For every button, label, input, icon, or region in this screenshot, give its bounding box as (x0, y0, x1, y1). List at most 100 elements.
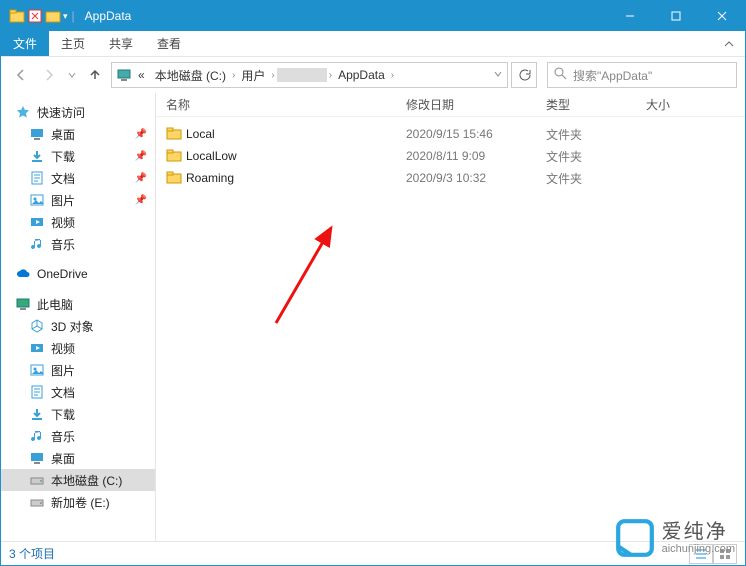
sidebar-item[interactable]: 文档 (1, 381, 155, 403)
qat-properties-icon[interactable] (27, 8, 43, 24)
sidebar-item[interactable]: 视频 (1, 211, 155, 233)
window-title: AppData (85, 9, 132, 23)
column-headers: 名称 修改日期 类型 大小 (156, 93, 745, 117)
doc-icon (29, 384, 45, 400)
pic-icon (29, 362, 45, 378)
row-type: 文件夹 (546, 148, 646, 165)
maximize-button[interactable] (653, 1, 699, 31)
pin-icon: 📌 (135, 195, 147, 206)
sidebar-item-label: 音乐 (51, 236, 75, 253)
breadcrumb[interactable]: 用户 (237, 67, 269, 84)
breadcrumb[interactable]: AppData (334, 68, 389, 82)
desktop-icon (29, 450, 45, 466)
col-type[interactable]: 类型 (546, 96, 646, 113)
folder-icon (166, 147, 186, 166)
music-icon (29, 236, 45, 252)
sidebar-item-label: 音乐 (51, 428, 75, 445)
sidebar-item-label: 3D 对象 (51, 318, 94, 335)
table-row[interactable]: LocalLow2020/8/11 9:09文件夹 (156, 145, 745, 167)
up-button[interactable] (83, 63, 107, 87)
breadcrumb-separator-icon[interactable]: › (391, 70, 394, 81)
drive-icon (29, 472, 45, 488)
sidebar-item[interactable]: 图片 📌 (1, 189, 155, 211)
status-text: 3 个项目 (9, 545, 55, 562)
sidebar-item[interactable]: 新加卷 (E:) (1, 491, 155, 513)
breadcrumb-separator-icon[interactable]: › (271, 70, 274, 81)
search-placeholder: 搜索"AppData" (573, 67, 652, 84)
refresh-button[interactable] (511, 62, 537, 88)
sidebar-item-label: 下载 (51, 148, 75, 165)
sidebar-item-label: 本地磁盘 (C:) (51, 472, 122, 489)
sidebar-item-label: 新加卷 (E:) (51, 494, 110, 511)
sidebar-item[interactable]: 视频 (1, 337, 155, 359)
search-input[interactable]: 搜索"AppData" (547, 62, 737, 88)
qat-new-folder-icon[interactable] (45, 8, 61, 24)
sidebar-item[interactable]: 音乐 (1, 425, 155, 447)
pic-icon (29, 192, 45, 208)
tab-home[interactable]: 主页 (49, 31, 97, 56)
breadcrumb-overflow[interactable]: « (134, 68, 149, 82)
titlebar: ▾ | AppData (1, 1, 745, 31)
row-name: Local (186, 127, 406, 141)
col-date[interactable]: 修改日期 (406, 96, 546, 113)
pin-icon: 📌 (135, 173, 147, 184)
row-date: 2020/9/3 10:32 (406, 171, 546, 185)
sidebar-item-label: 图片 (51, 362, 75, 379)
cloud-icon (15, 266, 31, 282)
sidebar-item[interactable]: 3D 对象 (1, 315, 155, 337)
sidebar-item[interactable]: 下载 (1, 403, 155, 425)
close-button[interactable] (699, 1, 745, 31)
sidebar-onedrive[interactable]: OneDrive (1, 263, 155, 285)
pc-icon (116, 67, 132, 83)
watermark: 爱纯净 aichunjing.com (614, 517, 735, 559)
address-dropdown-icon[interactable] (493, 68, 503, 82)
video-icon (29, 214, 45, 230)
sidebar-quick-access[interactable]: 快速访问 (1, 101, 155, 123)
doc-icon (29, 170, 45, 186)
sidebar-item[interactable]: 图片 (1, 359, 155, 381)
row-date: 2020/8/11 9:09 (406, 149, 546, 163)
video-icon (29, 340, 45, 356)
breadcrumb[interactable]: 本地磁盘 (C:) (151, 67, 230, 84)
sidebar-item[interactable]: 下载📌 (1, 145, 155, 167)
table-row[interactable]: Local2020/9/15 15:46文件夹 (156, 123, 745, 145)
row-name: LocalLow (186, 149, 406, 163)
desktop-icon (29, 126, 45, 142)
sidebar-item-label: 视频 (51, 214, 75, 231)
recent-dropdown-icon[interactable] (65, 63, 79, 87)
minimize-button[interactable] (607, 1, 653, 31)
back-button[interactable] (9, 63, 33, 87)
row-date: 2020/9/15 15:46 (406, 127, 546, 141)
sidebar-item-label: 图片 (51, 192, 75, 209)
sidebar-this-pc[interactable]: 此电脑 (1, 293, 155, 315)
sidebar-item-label: 桌面 (51, 450, 75, 467)
download-icon (29, 148, 45, 164)
table-row[interactable]: Roaming2020/9/3 10:32文件夹 (156, 167, 745, 189)
tab-view[interactable]: 查看 (145, 31, 193, 56)
sidebar-item[interactable]: 文档 📌 (1, 167, 155, 189)
breadcrumb-separator-icon[interactable]: › (329, 70, 332, 81)
sidebar-item[interactable]: 桌面 (1, 447, 155, 469)
sidebar-item-label: 文档 (51, 170, 75, 187)
sidebar-item-label: 文档 (51, 384, 75, 401)
sidebar-item[interactable]: 桌面📌 (1, 123, 155, 145)
row-name: Roaming (186, 171, 406, 185)
sidebar-item-label: 桌面 (51, 126, 75, 143)
row-type: 文件夹 (546, 126, 646, 143)
qat-dropdown-icon[interactable]: ▾ (63, 11, 68, 22)
sidebar-item[interactable]: 本地磁盘 (C:) (1, 469, 155, 491)
row-type: 文件夹 (546, 170, 646, 187)
ribbon-collapse-icon[interactable] (713, 31, 745, 56)
sidebar-item[interactable]: 音乐 (1, 233, 155, 255)
col-size[interactable]: 大小 (646, 96, 706, 113)
tab-share[interactable]: 共享 (97, 31, 145, 56)
breadcrumb-redacted[interactable] (277, 68, 327, 82)
col-name[interactable]: 名称 (166, 96, 406, 113)
watermark-url: aichunjing.com (662, 543, 735, 555)
app-icon (9, 8, 25, 24)
forward-button[interactable] (37, 63, 61, 87)
address-bar[interactable]: « 本地磁盘 (C:) › 用户 › › AppData › (111, 62, 508, 88)
file-tab[interactable]: 文件 (1, 31, 49, 56)
nav-row: « 本地磁盘 (C:) › 用户 › › AppData › 搜索"AppDat… (1, 57, 745, 93)
breadcrumb-separator-icon[interactable]: › (232, 70, 235, 81)
